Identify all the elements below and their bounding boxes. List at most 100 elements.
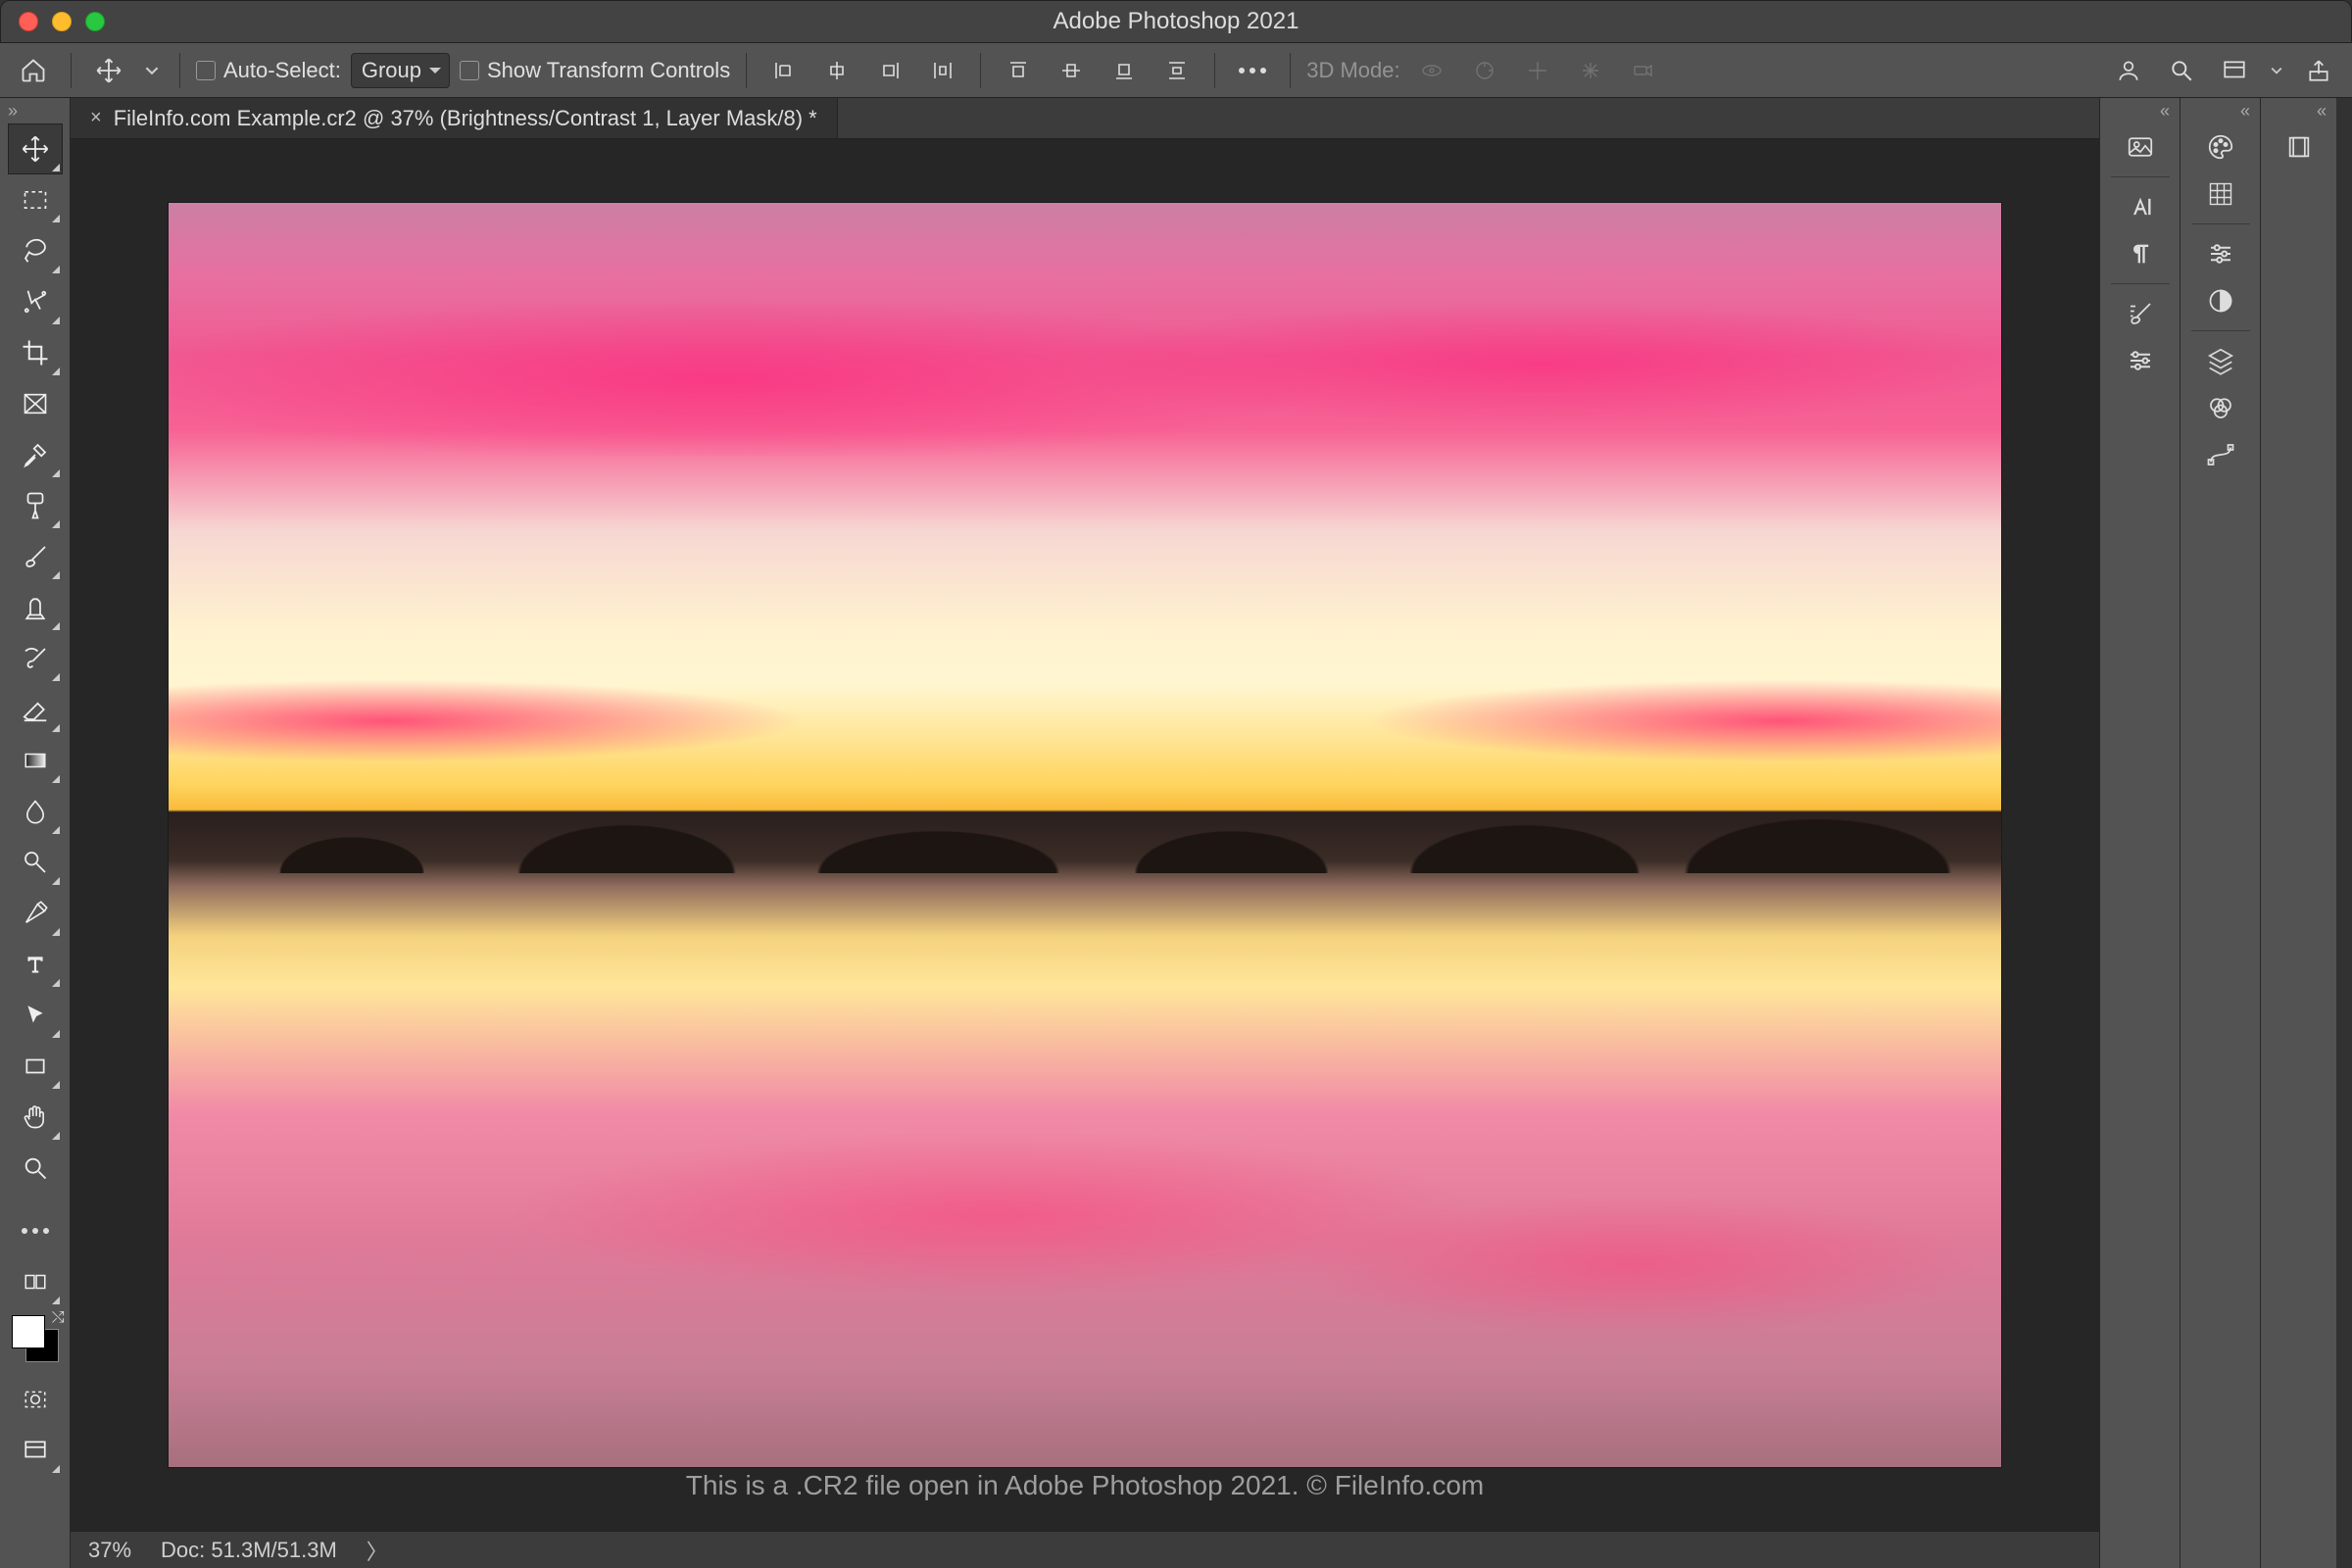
show-transform-checkbox[interactable]: Show Transform Controls xyxy=(460,58,730,83)
right-panels: « « « xyxy=(2099,98,2352,1568)
workspace-dropdown-icon[interactable] xyxy=(2266,49,2287,92)
brush-tool[interactable] xyxy=(8,531,63,582)
divider xyxy=(1214,53,1215,88)
toolbox-collapse-icon[interactable]: » xyxy=(0,98,70,123)
align-bottom-icon[interactable] xyxy=(1102,49,1146,92)
color-panel-icon[interactable] xyxy=(2192,123,2249,171)
home-button[interactable] xyxy=(12,49,55,92)
edit-toolbar-icon[interactable] xyxy=(8,1205,63,1256)
auto-select-label: Auto-Select: xyxy=(223,58,341,83)
divider xyxy=(746,53,747,88)
panel-column-1: « xyxy=(2099,98,2180,1568)
document-tab-title: FileInfo.com Example.cr2 @ 37% (Brightne… xyxy=(114,106,817,131)
layers-panel-icon[interactable] xyxy=(2192,337,2249,384)
tab-close-icon[interactable]: × xyxy=(90,107,102,129)
history-panel-icon[interactable] xyxy=(2112,123,2169,171)
move-tool[interactable] xyxy=(8,123,63,174)
toolbox: » ⤭ xyxy=(0,98,71,1568)
tool-preset-move-icon[interactable] xyxy=(87,49,130,92)
title-bar: Adobe Photoshop 2021 xyxy=(0,0,2352,43)
canvas[interactable]: This is a .CR2 file open in Adobe Photos… xyxy=(71,139,2099,1531)
panel-col1-collapse-icon[interactable]: « xyxy=(2100,98,2180,123)
threed-camera-icon xyxy=(1622,49,1665,92)
quick-select-tool[interactable] xyxy=(8,276,63,327)
fg-bg-color-swatch[interactable]: ⤭ xyxy=(12,1315,59,1362)
tool-preset-dropdown[interactable] xyxy=(140,49,164,92)
align-left-icon[interactable] xyxy=(762,49,806,92)
toolbar-extras-icon[interactable] xyxy=(8,1256,63,1307)
zoom-tool[interactable] xyxy=(8,1143,63,1194)
distribute-v-icon[interactable] xyxy=(1155,49,1199,92)
paragraph-panel-icon[interactable] xyxy=(2112,230,2169,277)
clone-stamp-tool[interactable] xyxy=(8,582,63,633)
channels-panel-icon[interactable] xyxy=(2192,384,2249,431)
document-tab-bar: × FileInfo.com Example.cr2 @ 37% (Bright… xyxy=(71,98,2099,139)
quick-mask-tool[interactable] xyxy=(8,1374,63,1425)
pen-tool[interactable] xyxy=(8,888,63,939)
zoom-level[interactable]: 37% xyxy=(88,1538,131,1563)
crop-tool[interactable] xyxy=(8,327,63,378)
threed-mode-label: 3D Mode: xyxy=(1306,58,1399,83)
share-icon[interactable] xyxy=(2297,49,2340,92)
checkbox-icon xyxy=(196,61,216,80)
threed-pan-icon xyxy=(1516,49,1559,92)
hand-tool[interactable] xyxy=(8,1092,63,1143)
align-vcenter-icon[interactable] xyxy=(1050,49,1093,92)
type-tool[interactable] xyxy=(8,939,63,990)
app-title: Adobe Photoshop 2021 xyxy=(1,8,2351,35)
brush-settings-panel-icon[interactable] xyxy=(2112,337,2169,384)
options-bar: Auto-Select: Group Show Transform Contro… xyxy=(0,43,2352,98)
panel-column-3: « xyxy=(2260,98,2336,1568)
more-align-options-icon[interactable] xyxy=(1231,49,1274,92)
caption-text: This is a .CR2 file open in Adobe Photos… xyxy=(71,1470,2099,1501)
brushes-panel-icon[interactable] xyxy=(2112,290,2169,337)
distribute-h-icon[interactable] xyxy=(921,49,964,92)
eraser-tool[interactable] xyxy=(8,684,63,735)
dodge-tool[interactable] xyxy=(8,837,63,888)
threed-slide-icon xyxy=(1569,49,1612,92)
gradient-tool[interactable] xyxy=(8,735,63,786)
swap-colors-icon[interactable]: ⤭ xyxy=(52,1309,65,1327)
libraries-panel-icon[interactable] xyxy=(2271,123,2328,171)
divider xyxy=(179,53,180,88)
align-top-icon[interactable] xyxy=(997,49,1040,92)
lasso-tool[interactable] xyxy=(8,225,63,276)
align-hcenter-icon[interactable] xyxy=(815,49,858,92)
frame-tool[interactable] xyxy=(8,378,63,429)
status-menu-icon[interactable]: 〉 xyxy=(367,1535,388,1566)
threed-orbit-icon xyxy=(1410,49,1453,92)
threed-roll-icon xyxy=(1463,49,1506,92)
healing-brush-tool[interactable] xyxy=(8,480,63,531)
history-brush-tool[interactable] xyxy=(8,633,63,684)
eyedropper-tool[interactable] xyxy=(8,429,63,480)
divider xyxy=(980,53,981,88)
auto-select-mode-dropdown[interactable]: Group xyxy=(351,53,450,88)
document-tab[interactable]: × FileInfo.com Example.cr2 @ 37% (Bright… xyxy=(71,98,838,138)
status-bar: 37% Doc: 51.3M/51.3M 〉 xyxy=(71,1531,2099,1568)
path-select-tool[interactable] xyxy=(8,990,63,1041)
rectangle-tool[interactable] xyxy=(8,1041,63,1092)
screen-mode-tool[interactable] xyxy=(8,1425,63,1476)
foreground-color-swatch[interactable] xyxy=(12,1315,45,1348)
adjustments-panel-icon[interactable] xyxy=(2192,230,2249,277)
swatches-panel-icon[interactable] xyxy=(2192,171,2249,218)
document-size[interactable]: Doc: 51.3M/51.3M xyxy=(161,1538,337,1563)
rect-marquee-tool[interactable] xyxy=(8,174,63,225)
divider xyxy=(1290,53,1291,88)
panel-column-2: « xyxy=(2180,98,2260,1568)
paths-panel-icon[interactable] xyxy=(2192,431,2249,478)
auto-select-checkbox[interactable]: Auto-Select: xyxy=(196,58,341,83)
panel-col2-collapse-icon[interactable]: « xyxy=(2180,98,2260,123)
balance-panel-icon[interactable] xyxy=(2192,277,2249,324)
blur-tool[interactable] xyxy=(8,786,63,837)
align-right-icon[interactable] xyxy=(868,49,911,92)
search-icon[interactable] xyxy=(2160,49,2203,92)
image-preview xyxy=(169,203,2001,1467)
document-area: × FileInfo.com Example.cr2 @ 37% (Bright… xyxy=(71,98,2099,1568)
divider xyxy=(71,53,72,88)
show-transform-label: Show Transform Controls xyxy=(487,58,730,83)
character-panel-icon[interactable] xyxy=(2112,183,2169,230)
workspace-switcher-icon[interactable] xyxy=(2213,49,2256,92)
panel-col3-collapse-icon[interactable]: « xyxy=(2261,98,2336,123)
cloud-docs-icon[interactable] xyxy=(2107,49,2150,92)
